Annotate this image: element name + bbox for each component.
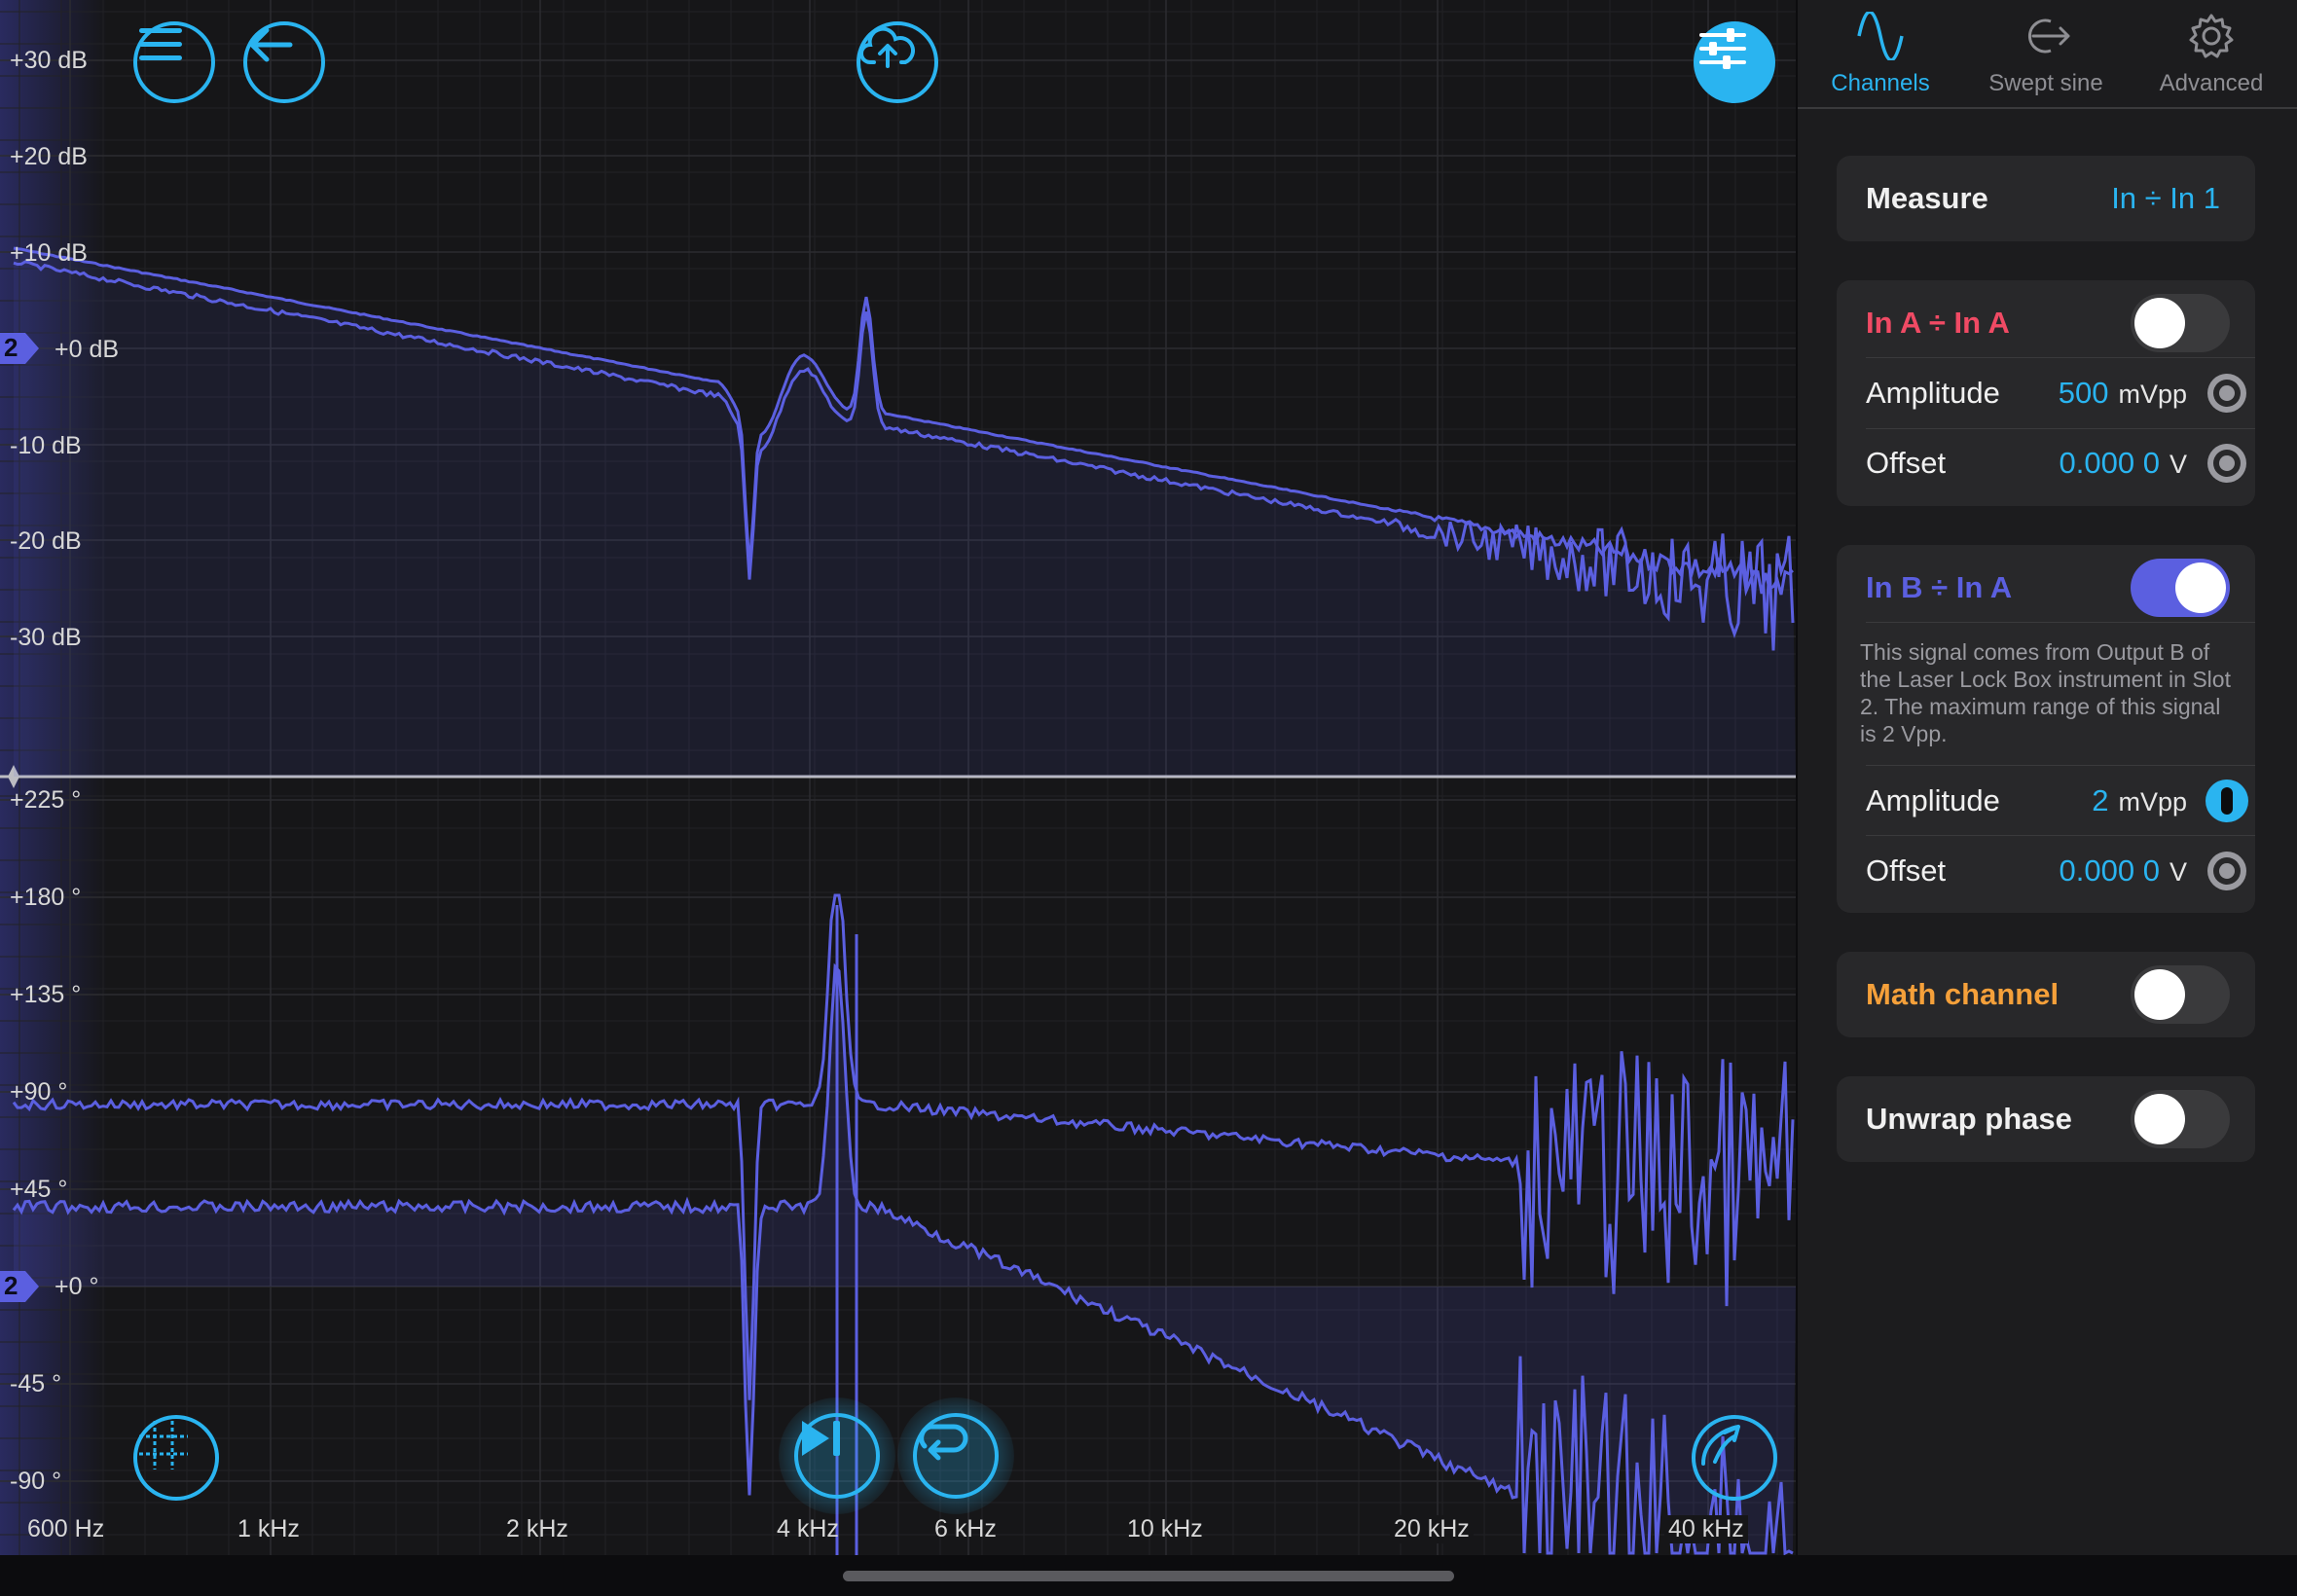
frequency-label: 2 kHz <box>506 1515 568 1542</box>
magnitude-label: +20 dB <box>10 143 88 170</box>
draw-icon <box>1701 1425 1740 1466</box>
tab-label: Channels <box>1831 70 1930 96</box>
frequency-label: 10 kHz <box>1127 1515 1203 1542</box>
channel-b-amplitude[interactable]: 2 mVpp <box>2092 783 2187 818</box>
tab-label: Swept sine <box>1988 70 2103 96</box>
channel-marker-label: 2 <box>4 333 18 362</box>
cloud-upload-icon <box>860 26 915 68</box>
phase-label: +45 ° <box>10 1176 68 1203</box>
grid-icon <box>139 1421 188 1469</box>
offset-value: 0.000 0 <box>2059 446 2160 480</box>
frequency-label: 600 Hz <box>27 1515 105 1542</box>
phase-label: -45 ° <box>10 1370 62 1397</box>
swept-sine-icon <box>2028 18 2070 54</box>
measure-label: Measure <box>1866 181 1988 215</box>
menu-button[interactable] <box>133 21 215 103</box>
amplitude-label: Amplitude <box>1866 783 2000 817</box>
phase-label: +0 ° <box>55 1273 99 1300</box>
toggle-knob <box>2134 1094 2185 1144</box>
amplitude-unit: mVpp <box>2118 380 2187 409</box>
frequency-label: 1 kHz <box>237 1515 300 1542</box>
math-channel-label: Math channel <box>1866 977 2060 1011</box>
channel-a-card: In A ÷ In A Amplitude 500 mVpp Offset 0.0… <box>1837 280 2255 506</box>
magnitude-label: +30 dB <box>10 47 88 74</box>
offset-value: 0.000 0 <box>2059 853 2160 888</box>
plot-canvas[interactable] <box>0 0 1796 1555</box>
offset-unit: V <box>2169 450 2187 479</box>
dial-icon[interactable] <box>2205 849 2249 893</box>
magnitude-label: +10 dB <box>10 239 88 267</box>
frequency-label: 20 kHz <box>1390 1515 1474 1543</box>
math-channel-toggle[interactable] <box>2131 965 2230 1024</box>
tab-channels[interactable]: Channels <box>1798 0 1963 107</box>
back-button[interactable] <box>243 21 325 103</box>
sidebar: Channels Swept sine Advanced Measure In … <box>1798 0 2297 1555</box>
settings-button[interactable] <box>1694 21 1775 103</box>
channel-b-title: In B ÷ In A <box>1866 570 2013 604</box>
channel-b-offset[interactable]: 0.000 0 V <box>2060 853 2187 889</box>
repeat-button-wrapper <box>897 1397 1014 1514</box>
tab-swept-sine[interactable]: Swept sine <box>1963 0 2129 107</box>
dial-icon-active[interactable] <box>2205 779 2249 823</box>
phase-label: -90 ° <box>10 1468 62 1495</box>
sliders-icon <box>1699 28 1746 69</box>
channel-a-title: In A ÷ In A <box>1866 306 2010 340</box>
amplitude-unit: mVpp <box>2118 787 2187 816</box>
sine-wave-icon <box>1857 12 1904 60</box>
offset-label: Offset <box>1866 446 1947 480</box>
amplitude-value: 2 <box>2092 783 2109 817</box>
magnitude-label: -10 dB <box>10 432 82 459</box>
draw-button[interactable] <box>1692 1415 1777 1501</box>
channel-a-amplitude[interactable]: 500 mVpp <box>2059 376 2187 411</box>
toggle-knob <box>2175 562 2226 613</box>
toggle-knob <box>2134 969 2185 1020</box>
menu-icon <box>139 28 182 60</box>
home-indicator[interactable] <box>843 1571 1454 1581</box>
amplitude-label: Amplitude <box>1866 376 2000 410</box>
dial-icon[interactable] <box>2205 441 2249 486</box>
tab-advanced[interactable]: Advanced <box>2129 0 2294 107</box>
gear-icon <box>2189 14 2234 58</box>
repeat-button[interactable] <box>913 1413 999 1499</box>
phase-label: +135 ° <box>10 981 82 1008</box>
toggle-knob <box>2134 298 2185 348</box>
phase-label: +180 ° <box>10 884 82 911</box>
magnitude-label: +0 dB <box>55 336 120 363</box>
upload-button[interactable] <box>857 21 938 103</box>
channel-b-description: This signal comes from Output B of the L… <box>1860 639 2231 746</box>
play-button-wrapper <box>779 1397 895 1514</box>
bode-plot[interactable]: +30 dB +20 dB +10 dB +0 dB -10 dB -20 dB… <box>0 0 1796 1555</box>
channel-marker-magnitude[interactable]: 2 <box>0 329 41 368</box>
unwrap-phase-toggle[interactable] <box>2131 1090 2230 1148</box>
math-channel-card: Math channel <box>1837 952 2255 1037</box>
skip-forward-icon <box>802 1421 840 1456</box>
play-button[interactable] <box>794 1413 880 1499</box>
dial-icon[interactable] <box>2205 371 2249 416</box>
channel-b-card: In B ÷ In A This signal comes from Outpu… <box>1837 545 2255 913</box>
amplitude-value: 500 <box>2058 376 2109 410</box>
offset-label: Offset <box>1866 853 1947 888</box>
channel-marker-phase[interactable]: 2 <box>0 1267 41 1306</box>
phase-label: +225 ° <box>10 786 82 814</box>
frequency-label: 6 kHz <box>934 1515 997 1542</box>
measure-value[interactable]: In ÷ In 1 <box>2111 181 2220 216</box>
frequency-label: 4 kHz <box>777 1515 839 1542</box>
channel-a-toggle[interactable] <box>2131 294 2230 352</box>
unwrap-phase-label: Unwrap phase <box>1866 1102 2072 1136</box>
grid-button[interactable] <box>133 1415 219 1501</box>
channel-a-offset[interactable]: 0.000 0 V <box>2060 446 2187 481</box>
magnitude-label: -20 dB <box>10 527 82 555</box>
back-arrow-icon <box>249 27 293 62</box>
phase-label: +90 ° <box>10 1078 68 1106</box>
frequency-label: 40 kHz <box>1664 1515 1748 1543</box>
tab-label: Advanced <box>2159 70 2264 96</box>
tab-bar: Channels Swept sine Advanced <box>1798 0 2297 109</box>
measure-card[interactable]: Measure In ÷ In 1 <box>1837 156 2255 241</box>
offset-unit: V <box>2169 857 2187 887</box>
magnitude-label: -30 dB <box>10 624 82 651</box>
repeat-icon <box>919 1424 968 1461</box>
channel-marker-label: 2 <box>4 1271 18 1300</box>
channel-b-toggle[interactable] <box>2131 559 2230 617</box>
unwrap-phase-card: Unwrap phase <box>1837 1076 2255 1162</box>
